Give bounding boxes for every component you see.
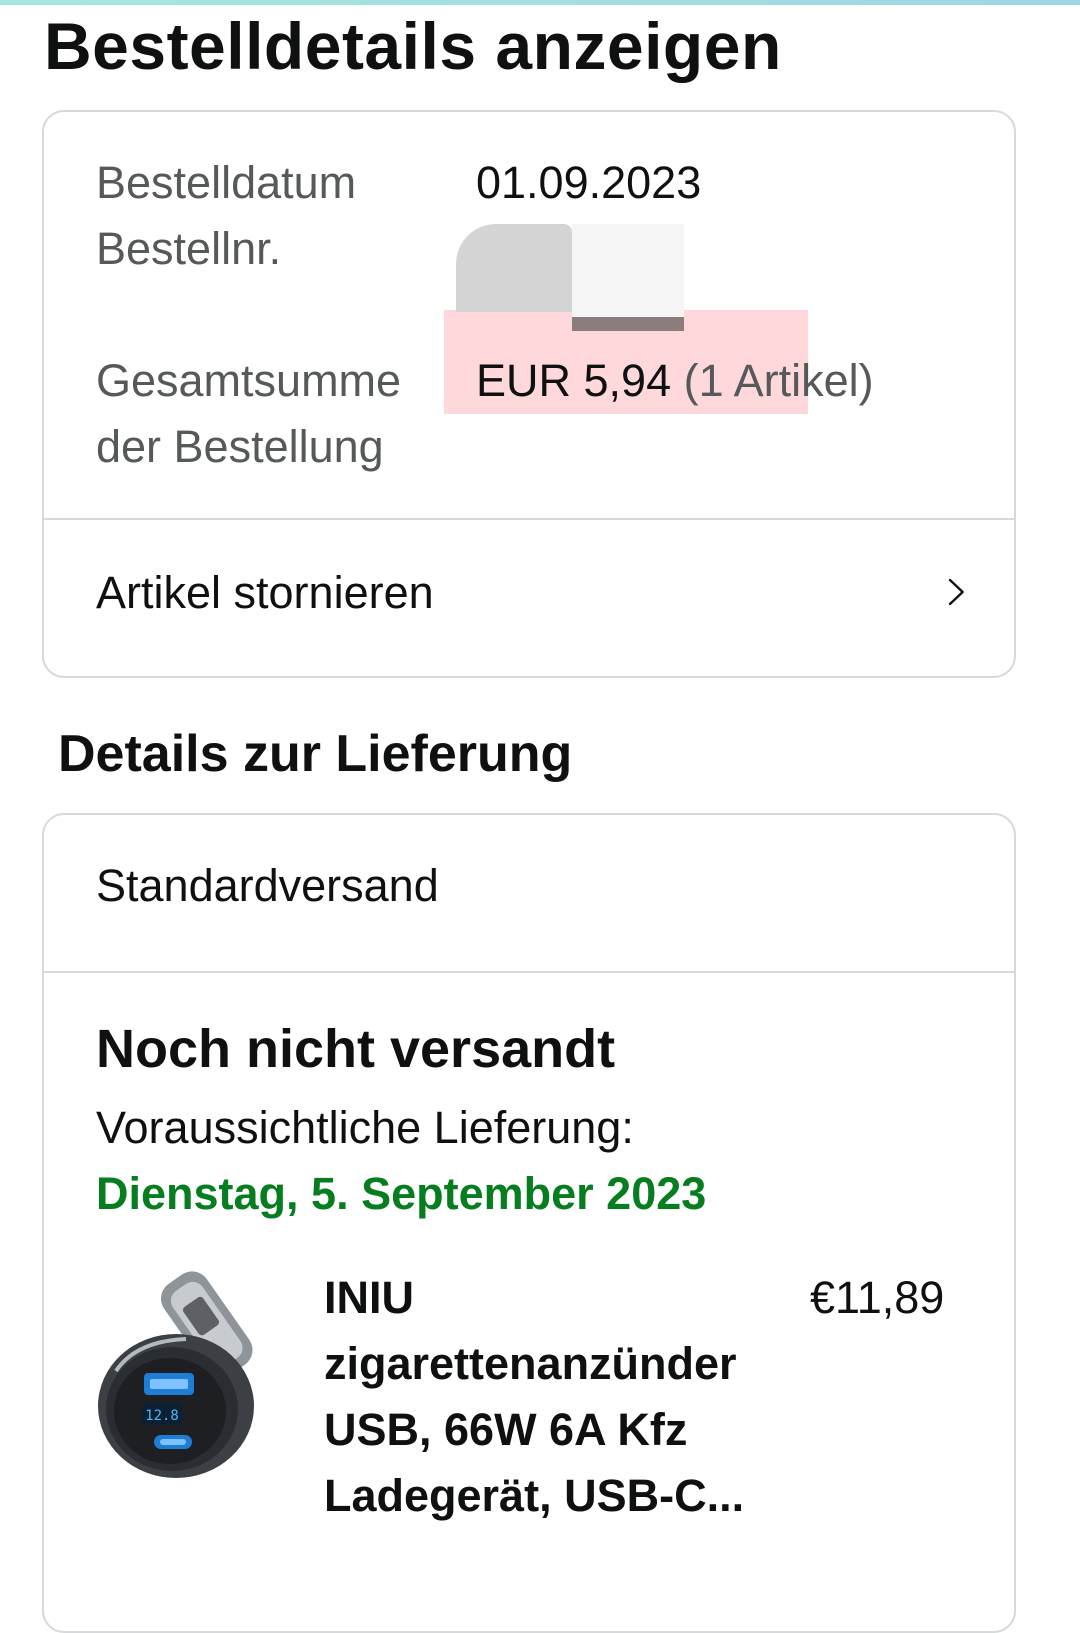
order-summary-card: Bestelldatum 01.09.2023 Bestellnr. Gesam… xyxy=(42,110,1016,678)
delivery-section-title: Details zur Lieferung xyxy=(58,725,573,783)
top-accent-bar xyxy=(0,0,1080,5)
order-number-label: Bestellnr. xyxy=(96,223,282,274)
divider xyxy=(44,971,1014,973)
delivery-card: Standardversand Noch nicht versandt Vora… xyxy=(42,813,1016,1633)
order-total-label: Gesamtsumme der Bestellung xyxy=(96,348,401,480)
delivery-estimate-label: Voraussichtliche Lieferung: xyxy=(96,1102,634,1153)
redaction-overlay xyxy=(572,224,684,320)
redaction-overlay xyxy=(572,317,684,331)
chevron-right-icon xyxy=(948,578,964,606)
cancel-items-row[interactable]: Artikel stornieren xyxy=(44,520,1014,676)
order-date-value: 01.09.2023 xyxy=(476,157,702,208)
order-total-amount: EUR 5,94 xyxy=(476,355,672,406)
svg-text:12.8: 12.8 xyxy=(145,1408,179,1424)
order-total-label-line1: Gesamtsumme xyxy=(96,355,402,406)
page-title: Bestelldetails anzeigen xyxy=(44,9,782,83)
order-total-value: EUR 5,94 (1 Artikel) xyxy=(476,348,874,414)
order-date-label: Bestelldatum xyxy=(96,157,357,208)
shipment-status: Noch nicht versandt xyxy=(96,1019,616,1079)
redaction-overlay xyxy=(456,224,572,312)
product-price: €11,89 xyxy=(810,1272,945,1323)
product-title-link[interactable]: INIU zigarettenanzünder USB, 66W 6A Kfz … xyxy=(324,1265,804,1529)
order-item-count: (1 Artikel) xyxy=(683,355,874,406)
delivery-estimate-date: Dienstag, 5. September 2023 xyxy=(96,1168,707,1219)
product-image[interactable]: 12.8 xyxy=(96,1261,284,1489)
cancel-items-label: Artikel stornieren xyxy=(96,567,434,618)
shipping-method: Standardversand xyxy=(96,860,439,911)
order-total-label-line2: der Bestellung xyxy=(96,421,384,472)
